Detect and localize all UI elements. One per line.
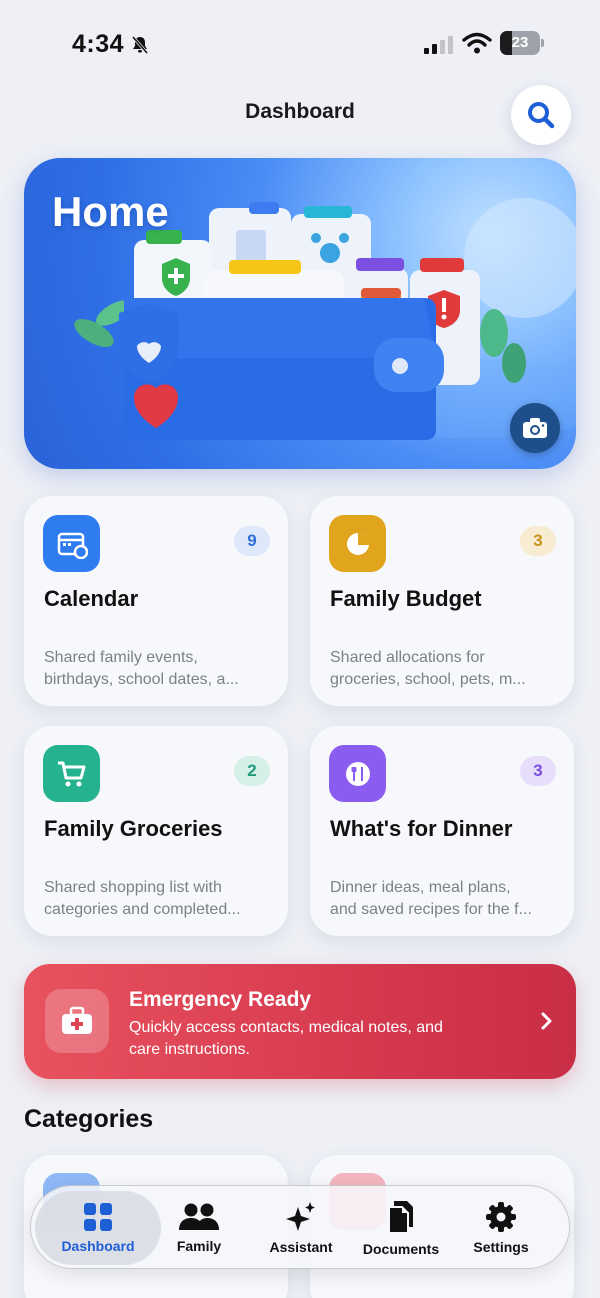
family-groceries-card[interactable]: 2 Family Groceries Shared shopping list … (24, 726, 288, 936)
plate-utensils-icon (329, 745, 386, 802)
gear-icon (486, 1202, 516, 1232)
shopping-cart-icon (43, 745, 100, 802)
chevron-right-icon (541, 1012, 552, 1030)
card-title: Family Budget (330, 586, 482, 611)
card-title: What's for Dinner (330, 816, 513, 841)
documents-icon (388, 1201, 413, 1234)
emergency-ready-banner[interactable]: Emergency Ready Quickly access contacts,… (24, 964, 576, 1079)
battery-indicator: 23 (500, 31, 544, 55)
silent-bell-icon (131, 35, 149, 54)
pie-chart-icon (329, 515, 386, 572)
cell-signal-icon (424, 34, 453, 54)
wifi-icon (462, 32, 492, 54)
card-title: Family Groceries (44, 816, 223, 841)
page-title: Dashboard (245, 100, 355, 123)
card-description: Dinner ideas, meal plans, and saved recip… (330, 879, 532, 918)
categories-heading: Categories (24, 1105, 154, 1133)
tab-label: Settings (473, 1239, 529, 1255)
bottom-tab-bar: Dashboard Family Assistant Documents Set… (30, 1185, 570, 1269)
card-description: Shared allocations for groceries, school,… (330, 649, 526, 688)
first-aid-kit-icon (45, 989, 109, 1053)
tab-dashboard[interactable]: Dashboard (35, 1191, 161, 1265)
budget-count-badge: 3 (520, 526, 556, 556)
tab-family[interactable]: Family (149, 1186, 249, 1270)
search-button[interactable] (511, 85, 571, 145)
tab-documents[interactable]: Documents (351, 1186, 451, 1270)
calendar-icon (43, 515, 100, 572)
emergency-title: Emergency Ready (129, 988, 312, 1011)
status-time: 4:34 (72, 30, 150, 59)
emergency-description: Quickly access contacts, medical notes, … (129, 1019, 443, 1058)
card-title: Calendar (44, 586, 139, 611)
whats-for-dinner-card[interactable]: 3 What's for Dinner Dinner ideas, meal p… (310, 726, 574, 936)
tab-label: Dashboard (61, 1238, 135, 1254)
home-hero-card[interactable]: Home (24, 158, 576, 469)
status-bar: 4:34 23 (0, 0, 600, 90)
sparkles-icon (286, 1202, 315, 1231)
grid-icon (84, 1203, 112, 1231)
tab-label: Documents (362, 1241, 440, 1257)
family-budget-card[interactable]: 3 Family Budget Shared allocations for gr… (310, 496, 574, 706)
change-photo-button[interactable] (510, 403, 560, 453)
tab-settings[interactable]: Settings (451, 1186, 551, 1270)
tab-label: Assistant (269, 1239, 333, 1255)
groceries-count-badge: 2 (234, 756, 270, 786)
dinner-count-badge: 3 (520, 756, 556, 786)
card-description: Shared shopping list with categories and … (44, 879, 241, 918)
tab-label: Family (176, 1238, 222, 1254)
calendar-count-badge: 9 (234, 526, 270, 556)
hero-title: Home (52, 188, 169, 235)
people-icon (179, 1203, 219, 1230)
camera-icon (523, 418, 547, 438)
clock-text: 4:34 (72, 30, 125, 58)
calendar-card[interactable]: 9 Calendar Shared family events, birthday… (24, 496, 288, 706)
card-description: Shared family events, birthdays, school d… (44, 649, 239, 688)
battery-level: 23 (511, 34, 529, 51)
search-icon (528, 102, 555, 129)
tab-assistant[interactable]: Assistant (251, 1186, 351, 1270)
